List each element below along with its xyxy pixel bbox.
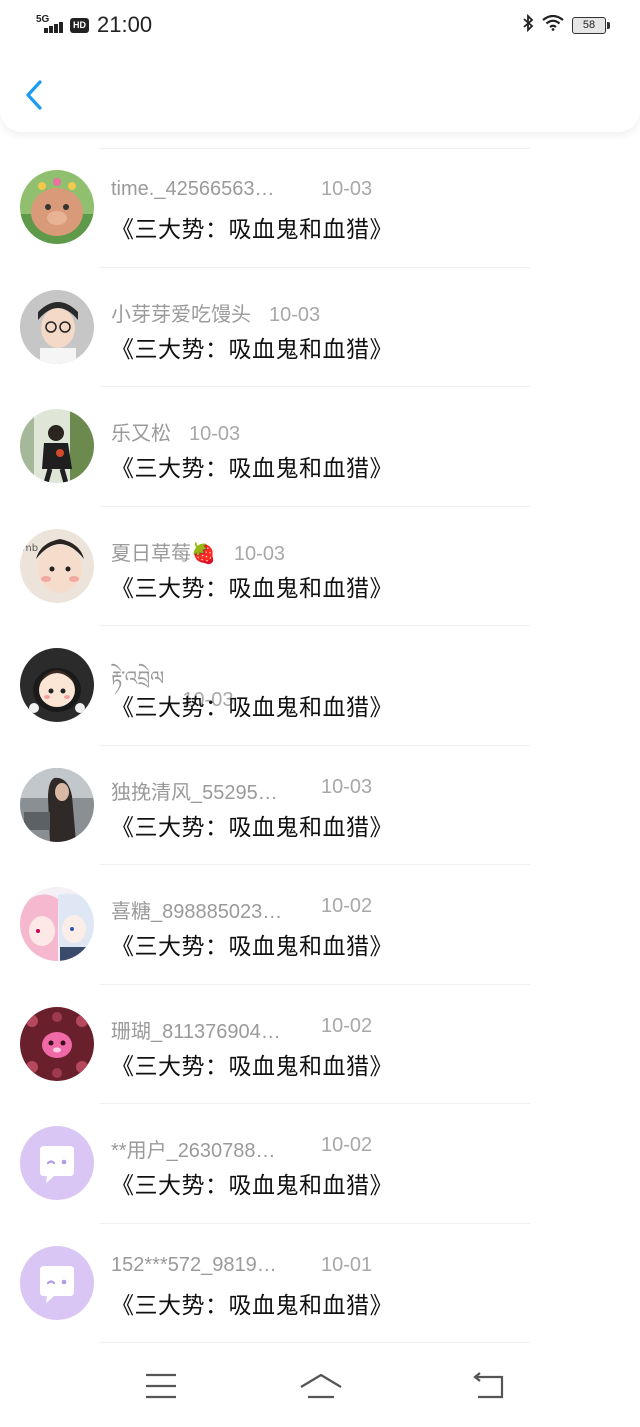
item-date: 10-03: [233, 542, 286, 565]
item-date: 10-01: [321, 1253, 373, 1276]
list-item[interactable]: mb 夏日草莓🍓 10-03 《三大势：吸血鬼和血猎》: [0, 507, 640, 627]
item-title: 《三大势：吸血鬼和血猎》: [111, 694, 393, 720]
home-icon: [300, 1373, 342, 1399]
clock: 21:00: [97, 12, 153, 37]
list-item[interactable]: 乐又松 10-03 《三大势：吸血鬼和血猎》: [0, 387, 640, 507]
user-name: 小芽芽爱吃馒头: [111, 303, 251, 326]
item-title: 《三大势：吸血鬼和血猎》: [111, 1172, 393, 1198]
avatar[interactable]: [20, 409, 94, 483]
item-title: 《三大势：吸血鬼和血猎》: [111, 1052, 393, 1079]
item-title: 《三大势：吸血鬼和血猎》: [111, 1291, 393, 1318]
user-name: 独挽清风_55295…: [111, 781, 278, 804]
item-title: 《三大势：吸血鬼和血猎》: [111, 455, 393, 481]
avatar[interactable]: [20, 1126, 94, 1200]
list-item[interactable]: 珊瑚_811376904… 10-02 《三大势：吸血鬼和血猎》: [0, 985, 640, 1105]
user-name: 夏日草莓🍓: [111, 542, 216, 565]
user-name: **用户_2630788…: [111, 1140, 276, 1162]
item-date: 10-02: [321, 895, 373, 917]
status-bar: 5G HD 21:00 58: [0, 0, 640, 52]
avatar[interactable]: [20, 648, 94, 722]
list-item[interactable]: **用户_2630788… 10-02 《三大势：吸血鬼和血猎》: [0, 1104, 640, 1224]
bluetooth-icon: [522, 13, 534, 37]
back-icon: [473, 1372, 504, 1399]
back-button[interactable]: [20, 74, 50, 114]
item-date: 10-03: [321, 775, 373, 798]
list-item[interactable]: རྟེ་འབྲེལ10-03 《三大势：吸血鬼和血猎》: [0, 626, 640, 746]
network-type: 5G: [36, 14, 50, 25]
list-item[interactable]: 喜糖_898885023… 10-02 《三大势：吸血鬼和血猎》: [0, 865, 640, 985]
hd-badge: HD: [70, 17, 89, 33]
svg-text:mb: mb: [22, 543, 38, 554]
user-name: 乐又松: [111, 423, 171, 445]
user-name: time._42566563…: [111, 178, 275, 200]
system-nav-bar: [0, 1347, 640, 1427]
item-title: 《三大势：吸血鬼和血猎》: [111, 216, 393, 242]
default-avatar-icon: [20, 1245, 94, 1320]
user-name: 152***572_9819…: [111, 1253, 277, 1276]
home-button[interactable]: [298, 1369, 344, 1403]
user-name: 喜糖_898885023…: [111, 901, 283, 923]
wifi-icon: [542, 14, 564, 36]
back-nav-button[interactable]: [470, 1369, 510, 1403]
avatar[interactable]: mb: [20, 528, 94, 603]
battery-indicator: 58: [572, 16, 610, 34]
list-item[interactable]: time._42566563… 10-03 《三大势：吸血鬼和血猎》: [0, 148, 640, 268]
menu-icon: [146, 1373, 176, 1399]
avatar[interactable]: [20, 887, 94, 961]
avatar[interactable]: [20, 1245, 94, 1320]
item-title: 《三大势：吸血鬼和血猎》: [111, 933, 393, 959]
item-date: 10-02: [321, 1134, 373, 1156]
item-date: 10-03: [189, 423, 241, 445]
menu-button[interactable]: [142, 1369, 182, 1403]
chevron-left-icon: [26, 80, 42, 110]
item-date: 10-02: [321, 1014, 373, 1037]
list-item[interactable]: 独挽清风_55295… 10-03 《三大势：吸血鬼和血猎》: [0, 746, 640, 866]
list-item[interactable]: 152***572_9819… 10-01 《三大势：吸血鬼和血猎》: [0, 1224, 640, 1344]
list-item[interactable]: 小芽芽爱吃馒头 10-03 《三大势：吸血鬼和血猎》: [0, 268, 640, 388]
signal-icon: 5G: [36, 14, 66, 36]
record-list: time._42566563… 10-03 《三大势：吸血鬼和血猎》 小芽芽爱吃馒…: [0, 148, 640, 1343]
avatar[interactable]: [20, 289, 94, 364]
item-title: 《三大势：吸血鬼和血猎》: [111, 335, 393, 362]
user-name: 珊瑚_811376904…: [111, 1020, 281, 1043]
avatar[interactable]: [20, 767, 94, 842]
item-date: 10-03: [321, 178, 373, 200]
item-date: 10-03: [269, 303, 321, 326]
header-bar: [0, 52, 640, 132]
avatar[interactable]: [20, 170, 94, 244]
default-avatar-icon: [20, 1126, 94, 1200]
avatar[interactable]: [20, 1006, 94, 1081]
item-title: 《三大势：吸血鬼和血猎》: [111, 813, 393, 840]
item-title: 《三大势：吸血鬼和血猎》: [111, 574, 393, 601]
